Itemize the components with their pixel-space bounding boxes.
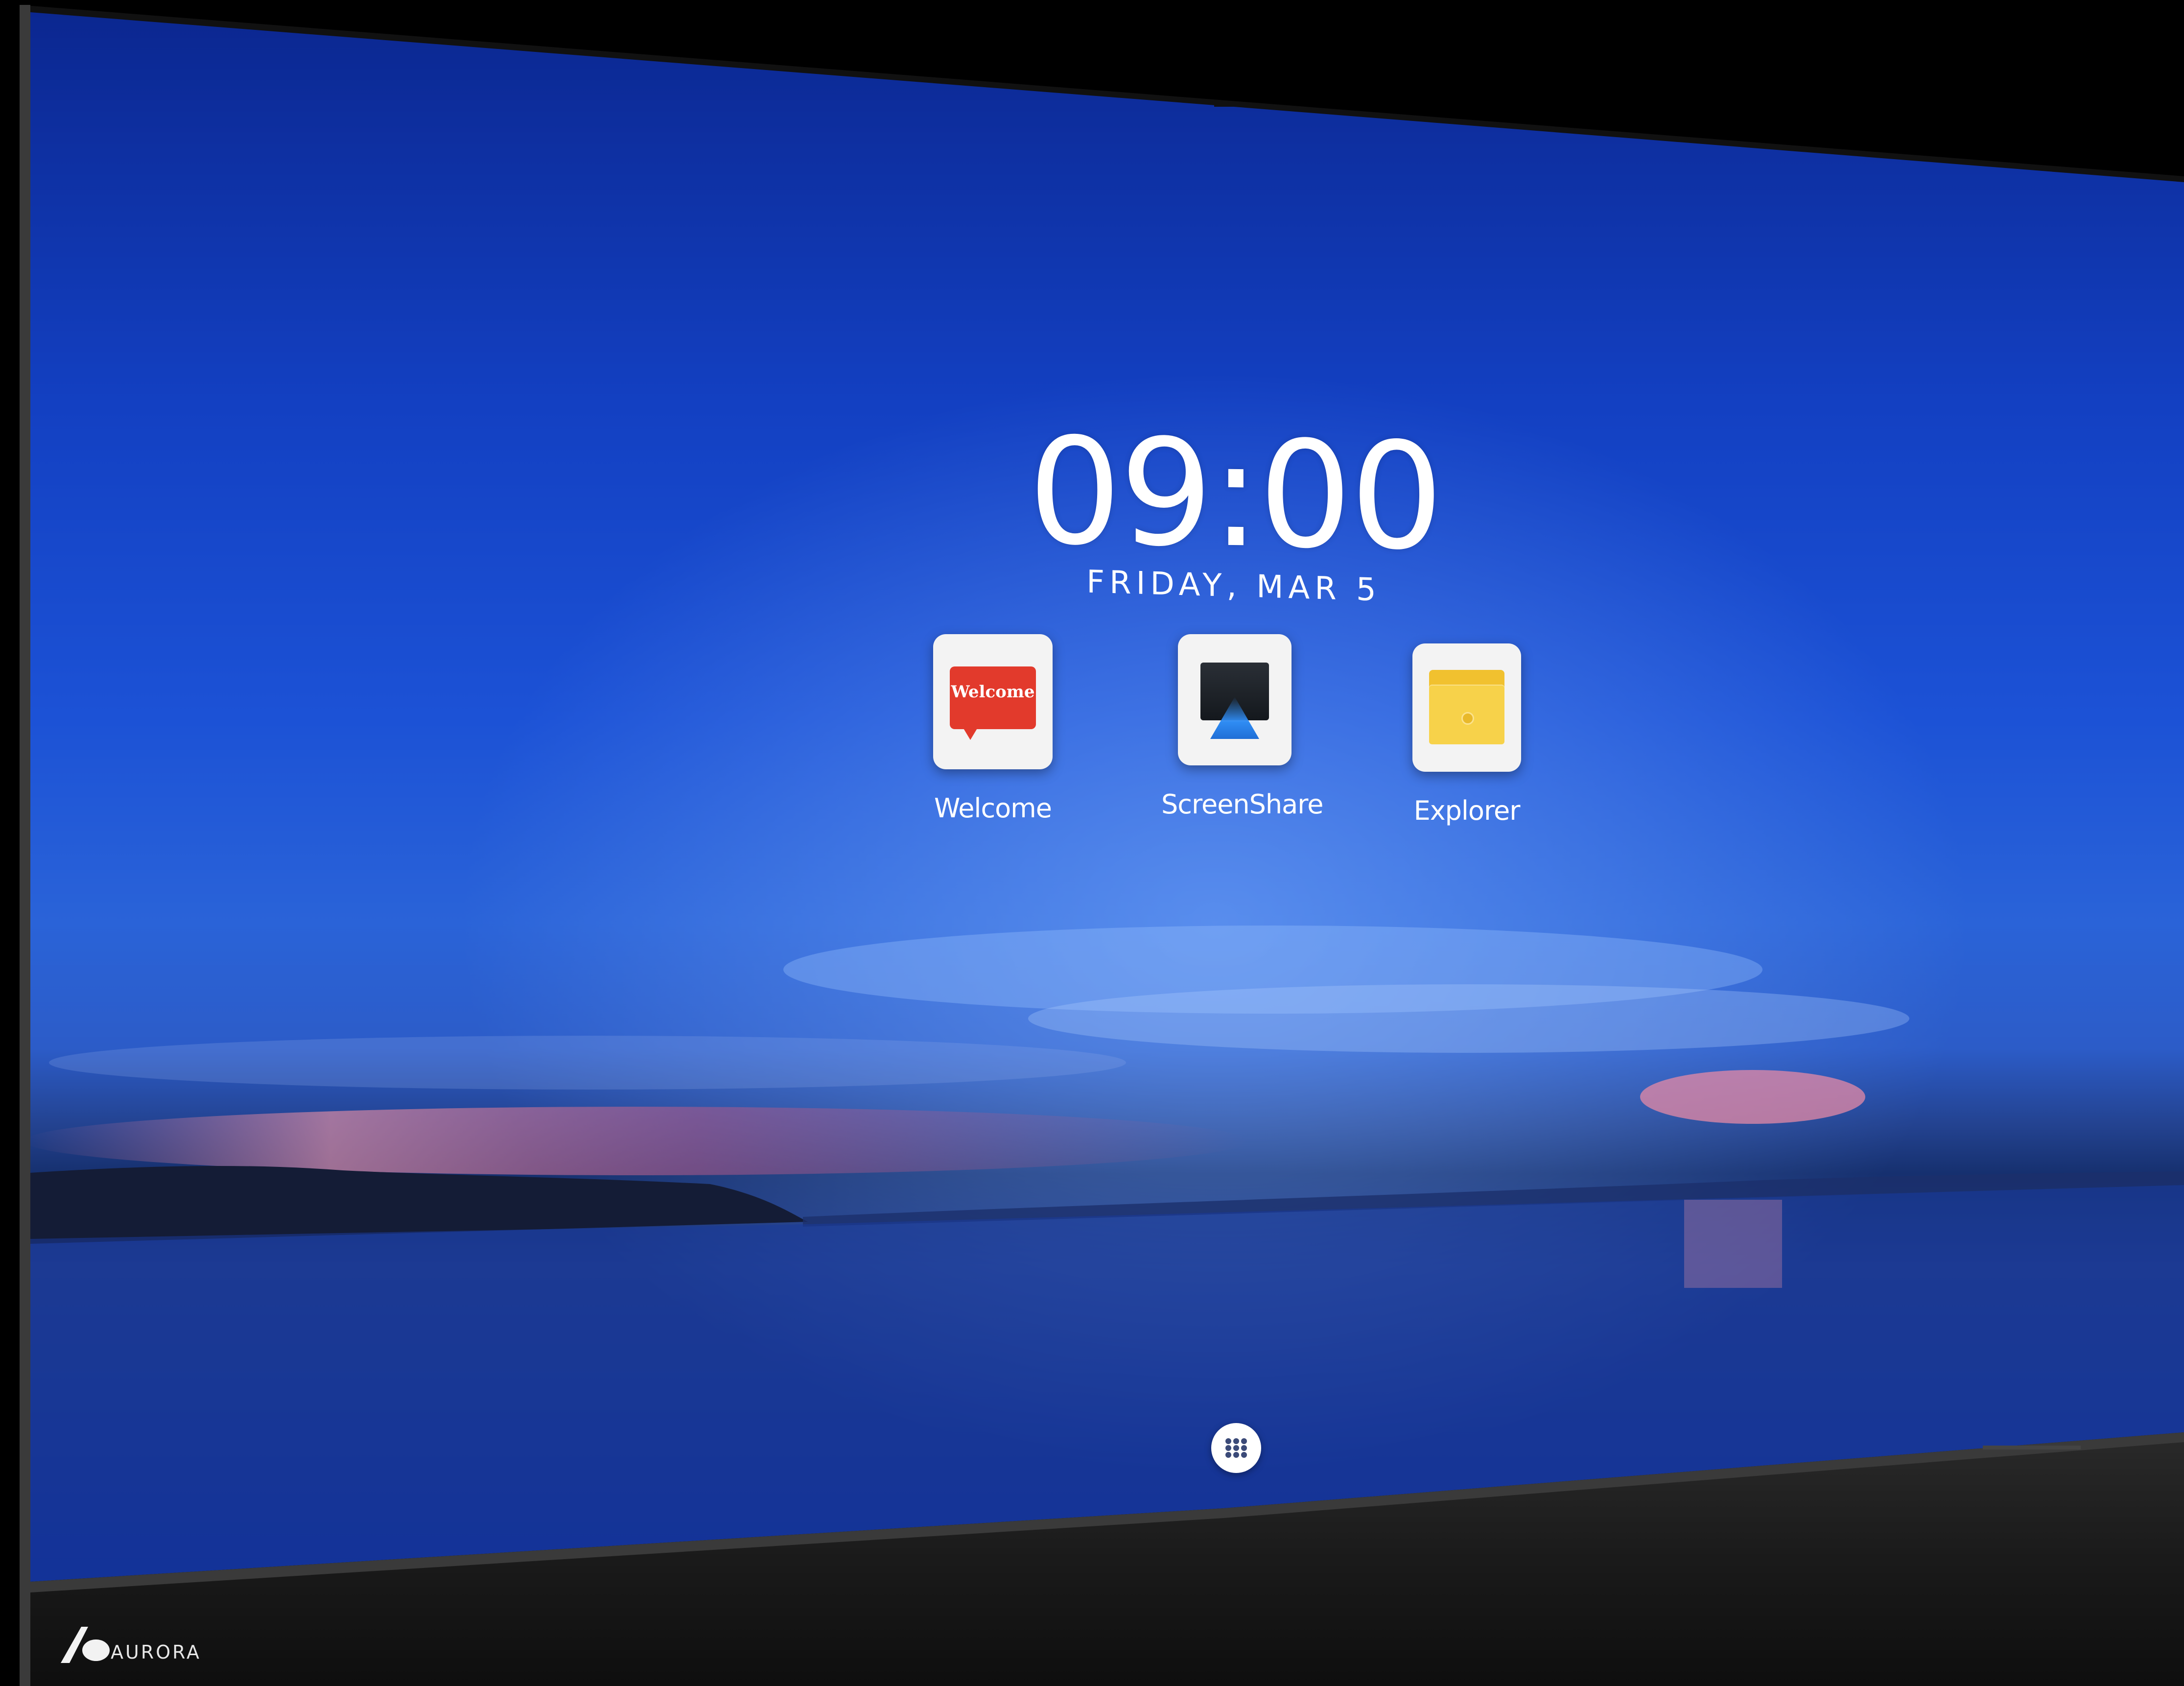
app-screenshare[interactable]: ScreenShare — [1161, 634, 1323, 820]
grid-dots-icon[interactable] — [1211, 1423, 1261, 1473]
grid-dot — [1225, 1438, 1231, 1444]
grid-dot — [1225, 1445, 1231, 1451]
clock-time: 09:00 — [1028, 406, 1442, 583]
home-screen: 09:00 FRIDAY, MAR 5 Welcome Welcome Scre… — [30, 12, 2184, 1582]
grid-dot — [1241, 1438, 1247, 1444]
grid-dot — [1233, 1445, 1239, 1451]
brand-name: AURORA — [111, 1641, 201, 1663]
bubble-tail — [962, 725, 979, 740]
folder-icon[interactable] — [1412, 643, 1521, 772]
aurora-logo-icon — [61, 1627, 110, 1663]
app-label-screenshare: ScreenShare — [1161, 789, 1323, 820]
app-explorer[interactable]: Explorer — [1393, 643, 1540, 826]
app-welcome[interactable]: Welcome Welcome — [919, 634, 1066, 824]
grid-dot — [1233, 1438, 1239, 1444]
grid-dot — [1241, 1445, 1247, 1451]
display-device: 09:00 FRIDAY, MAR 5 Welcome Welcome Scre… — [0, 0, 2184, 1686]
welcome-speech-bubble-icon[interactable]: Welcome — [933, 634, 1053, 769]
grid-dot — [1241, 1452, 1247, 1458]
grid-dot — [1225, 1452, 1231, 1458]
folder-clasp — [1461, 712, 1474, 725]
grid-dot — [1233, 1452, 1239, 1458]
welcome-bubble-text: Welcome — [950, 666, 1036, 729]
screenshare-monitor-icon[interactable] — [1178, 634, 1292, 765]
app-label-explorer: Explorer — [1413, 795, 1521, 826]
left-frame — [20, 5, 30, 1686]
app-label-welcome: Welcome — [934, 793, 1052, 824]
